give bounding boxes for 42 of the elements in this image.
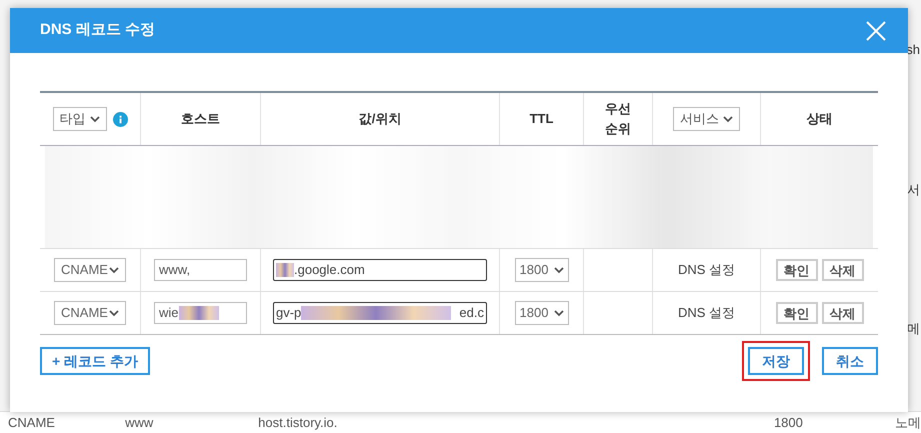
dialog-button[interactable]: 취소 — [822, 347, 878, 375]
row-action-button[interactable]: 삭제 — [822, 259, 864, 281]
background-cell-text: www — [124, 414, 154, 432]
info-icon — [112, 112, 128, 126]
service-text: DNS 설정 — [678, 261, 736, 280]
background-cell-text: host.tistory.io. — [257, 414, 338, 432]
add-record-button[interactable]: + 레코드 추가 — [40, 347, 150, 375]
dialog-button[interactable]: 저장 — [748, 347, 804, 375]
chevron-icon — [90, 116, 100, 122]
column-select[interactable]: 타입 — [52, 107, 106, 131]
chevron-icon — [554, 266, 564, 274]
background-cell-text: CNAME — [7, 414, 56, 432]
background-text: 서 — [907, 180, 920, 198]
column-header: 값/위치 — [358, 110, 402, 128]
row-action-button[interactable]: 확인 — [776, 259, 818, 281]
column-header: 호스트 — [181, 110, 220, 128]
redacted-block — [178, 306, 219, 320]
background-cell-text: 1800 — [772, 414, 804, 432]
redacted-block — [276, 263, 294, 277]
type-select[interactable]: CNAME — [54, 258, 126, 282]
dialog-title: DNS 레코드 수정 — [40, 20, 156, 40]
host-field[interactable]: wie — [154, 302, 247, 324]
column-header: TTL — [530, 110, 554, 128]
chevron-icon — [554, 310, 564, 316]
background-text: 메 — [907, 320, 920, 338]
service-text: DNS 설정 — [678, 304, 736, 322]
chevron-icon — [109, 310, 119, 316]
host-field[interactable]: www, — [154, 259, 247, 281]
value-field[interactable]: .google.com — [273, 259, 487, 281]
background-cell-text: 노메 — [894, 414, 921, 432]
column-header: 상태 — [806, 110, 832, 128]
chevron-icon — [723, 116, 733, 122]
row-action-button[interactable]: 확인 — [776, 302, 818, 324]
column-select[interactable]: 서비스 — [673, 107, 740, 131]
column-header: 우선 순위 — [605, 100, 631, 138]
chevron-icon — [109, 266, 119, 274]
row-action-button[interactable]: 삭제 — [822, 302, 864, 324]
ttl-select[interactable]: 1800 — [514, 258, 568, 282]
ttl-select[interactable]: 1800 — [514, 301, 568, 325]
close-icon[interactable] — [866, 20, 886, 40]
type-select[interactable]: CNAME — [54, 301, 126, 325]
value-field[interactable]: gv-p ed.c — [273, 302, 487, 324]
